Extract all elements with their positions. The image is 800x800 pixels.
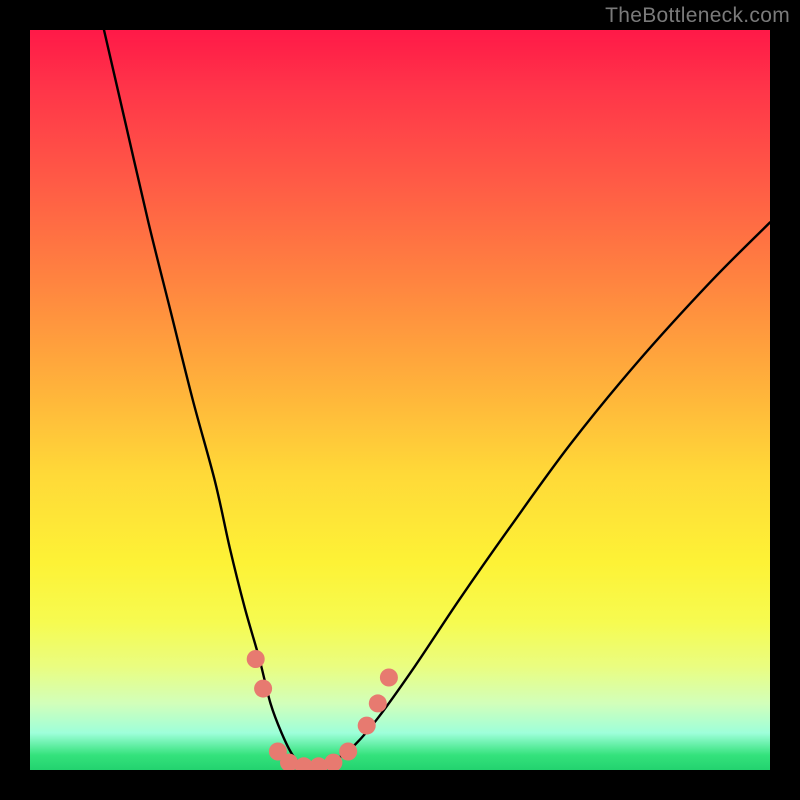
curve-marker xyxy=(380,669,398,687)
watermark-text: TheBottleneck.com xyxy=(605,4,790,28)
curve-marker xyxy=(358,717,376,735)
curve-markers xyxy=(247,650,398,770)
curve-marker xyxy=(247,650,265,668)
curve-marker xyxy=(369,694,387,712)
curve-marker xyxy=(254,680,272,698)
bottleneck-curve xyxy=(104,30,770,767)
chart-frame: TheBottleneck.com xyxy=(0,0,800,800)
curve-svg xyxy=(30,30,770,770)
plot-area xyxy=(30,30,770,770)
curve-marker xyxy=(339,743,357,761)
